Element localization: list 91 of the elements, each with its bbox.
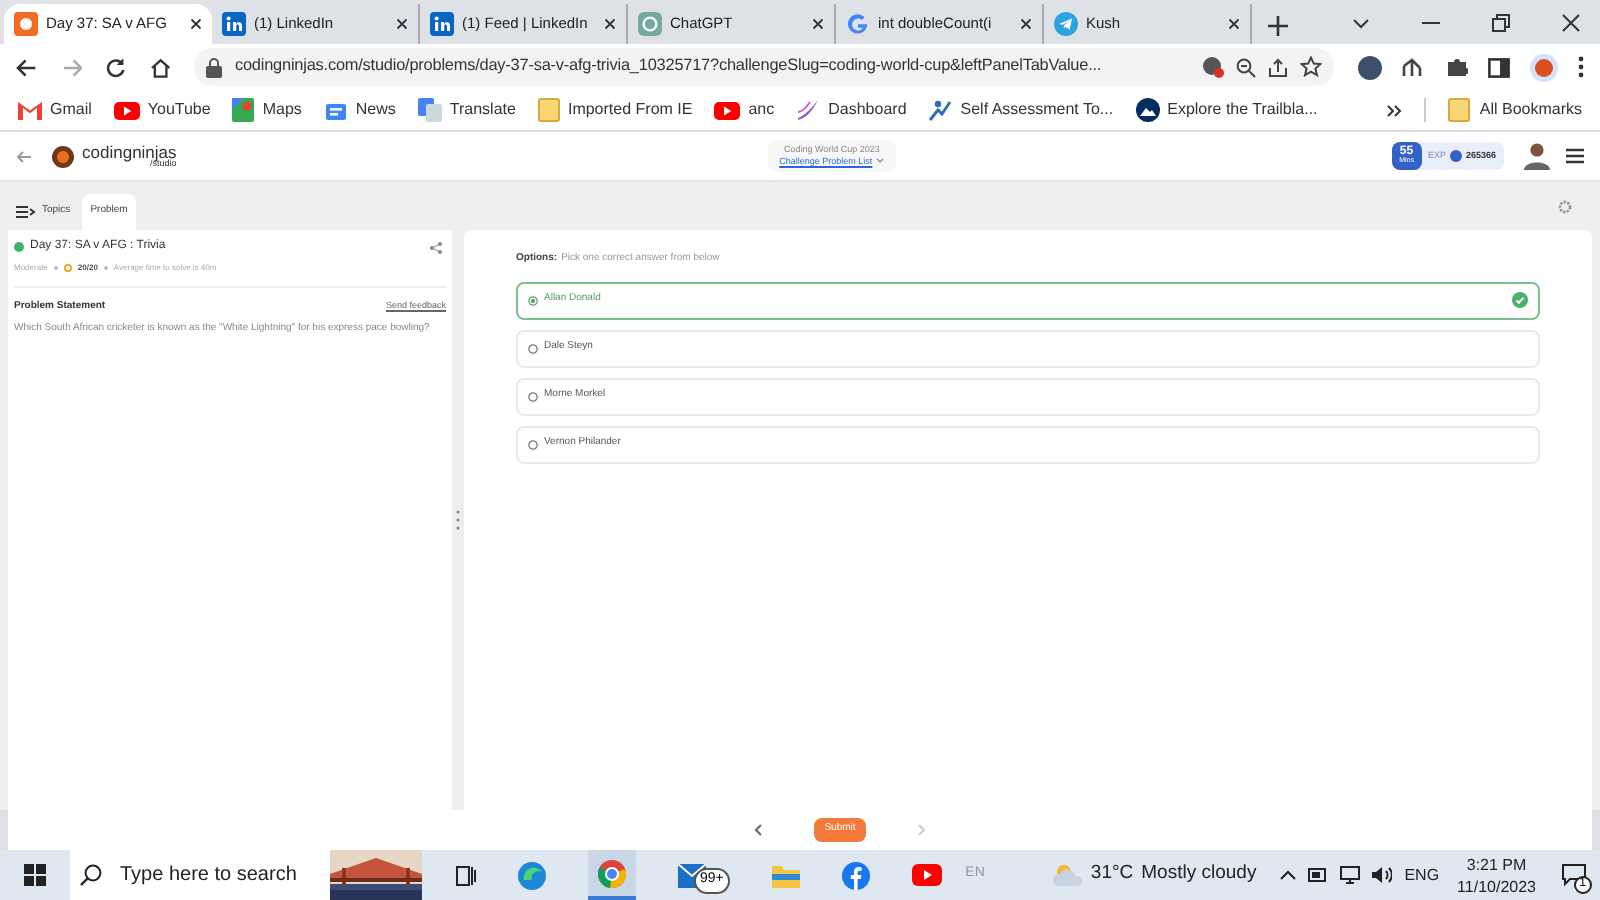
previous-icon[interactable] <box>754 824 763 836</box>
coin-icon <box>1449 150 1462 162</box>
gmail-icon <box>18 100 42 120</box>
more-icon[interactable] <box>1577 56 1584 78</box>
bookmark[interactable]: Translate <box>417 98 516 122</box>
close-icon[interactable] <box>396 18 408 30</box>
chrome-icon <box>598 859 626 887</box>
close-icon[interactable] <box>1228 18 1240 30</box>
lock-icon <box>206 57 223 77</box>
avatar[interactable] <box>1524 142 1550 170</box>
zoom-icon[interactable] <box>1235 57 1256 77</box>
browser-icon[interactable] <box>518 861 546 889</box>
weather-text: Mostly cloudy <box>1141 860 1257 889</box>
site-icon <box>1054 12 1078 36</box>
side-panel-icon[interactable] <box>1487 57 1510 77</box>
caret-icon <box>876 158 885 165</box>
check-circle-icon <box>1512 292 1528 308</box>
temperature: 31°C <box>1090 860 1134 889</box>
reload-icon[interactable] <box>106 57 126 77</box>
folder-icon[interactable] <box>771 863 800 887</box>
bookmark[interactable]: anc <box>714 98 775 122</box>
list-arrow-icon <box>16 206 36 218</box>
menu-icon[interactable] <box>1566 148 1584 164</box>
address-bar[interactable]: codingninjas.com/studio/problems/day-37-sa-v-afg-trivia_10325717?challengeSlug=coding-world-cup&leftPanelTabValue... <box>194 48 1334 86</box>
news-icon <box>323 99 348 121</box>
dropdown-icon[interactable] <box>1352 17 1370 29</box>
minimize-icon[interactable] <box>1422 21 1440 25</box>
network-icon[interactable] <box>1340 866 1361 884</box>
bookmark-folder[interactable]: All Bookmarks <box>1447 98 1582 122</box>
close-window-icon[interactable] <box>1562 14 1580 32</box>
star-icon[interactable] <box>1299 56 1322 78</box>
close-icon[interactable] <box>604 18 616 30</box>
close-icon[interactable] <box>1020 18 1032 30</box>
play-icon[interactable] <box>911 864 942 886</box>
home-icon[interactable] <box>149 57 171 77</box>
site-icon <box>638 12 662 36</box>
swoosh-icon <box>796 98 821 122</box>
site-icon <box>846 12 870 36</box>
bookmark[interactable]: Maps <box>232 98 302 122</box>
status-dot-icon <box>14 242 24 252</box>
windows-start-icon[interactable] <box>24 864 46 886</box>
folder-icon <box>1447 98 1470 122</box>
profile-avatar-icon[interactable] <box>1529 53 1558 81</box>
bookmark[interactable]: Dashboard <box>796 98 907 122</box>
play-icon <box>113 101 140 119</box>
logo-text: codingninjas <box>82 143 177 160</box>
clock-date[interactable]: 11/10/2023 <box>1457 875 1536 897</box>
bookmark[interactable]: Explore the Trailbla... <box>1135 98 1318 122</box>
facebook-icon[interactable] <box>841 861 870 889</box>
bookmark[interactable]: YouTube <box>113 98 211 122</box>
site-icon <box>14 12 38 36</box>
restore-icon[interactable] <box>1492 14 1510 32</box>
message-icon <box>1562 864 1586 886</box>
battery-icon[interactable] <box>1308 868 1329 882</box>
search-icon <box>80 864 102 886</box>
folder-icon <box>537 98 560 122</box>
radio-icon <box>528 439 538 449</box>
close-icon[interactable] <box>190 18 202 30</box>
clock-time[interactable]: 3:21 PM <box>1466 853 1527 875</box>
site-icon <box>430 12 454 36</box>
back-icon[interactable] <box>16 57 38 77</box>
mountain-icon <box>1135 98 1160 122</box>
bookmark[interactable]: Gmail <box>18 98 92 122</box>
radio-icon <box>528 391 538 401</box>
radio-icon <box>528 343 538 353</box>
bookmark[interactable]: Imported From IE <box>537 98 693 122</box>
map-pin-icon <box>232 98 255 122</box>
volume-icon[interactable] <box>1372 866 1393 884</box>
chart-icon <box>928 98 953 122</box>
chevron-up-icon[interactable] <box>1280 870 1297 880</box>
play-icon <box>714 101 741 119</box>
extension-icon[interactable] <box>1357 55 1382 79</box>
site-icon <box>222 12 246 36</box>
blocked-cookie-icon[interactable] <box>1201 56 1224 78</box>
taskbar-app[interactable] <box>588 850 636 900</box>
resize-handle[interactable] <box>456 510 460 530</box>
chevron-icon[interactable] <box>1385 103 1402 117</box>
translate-icon <box>417 98 442 122</box>
bookmark[interactable]: Self Assessment To... <box>928 98 1114 122</box>
logo-icon <box>52 145 74 167</box>
score-icon <box>63 264 72 272</box>
new-tab-icon[interactable] <box>1268 16 1288 36</box>
bookmark[interactable]: News <box>323 98 396 122</box>
search-field[interactable]: Type here to search <box>70 850 422 900</box>
radio-icon <box>528 295 538 305</box>
share-icon[interactable] <box>1267 57 1288 77</box>
url-text: codingninjas.com/studio/problems/day-37-sa-v-afg-trivia_10325717?challengeSlug=coding-world-cup&leftPanelTabValue... <box>234 54 1104 79</box>
language-indicator[interactable]: ENG <box>1404 863 1440 887</box>
weather-icon <box>1052 864 1085 886</box>
task-view-icon[interactable] <box>456 865 476 885</box>
close-icon[interactable] <box>812 18 824 30</box>
